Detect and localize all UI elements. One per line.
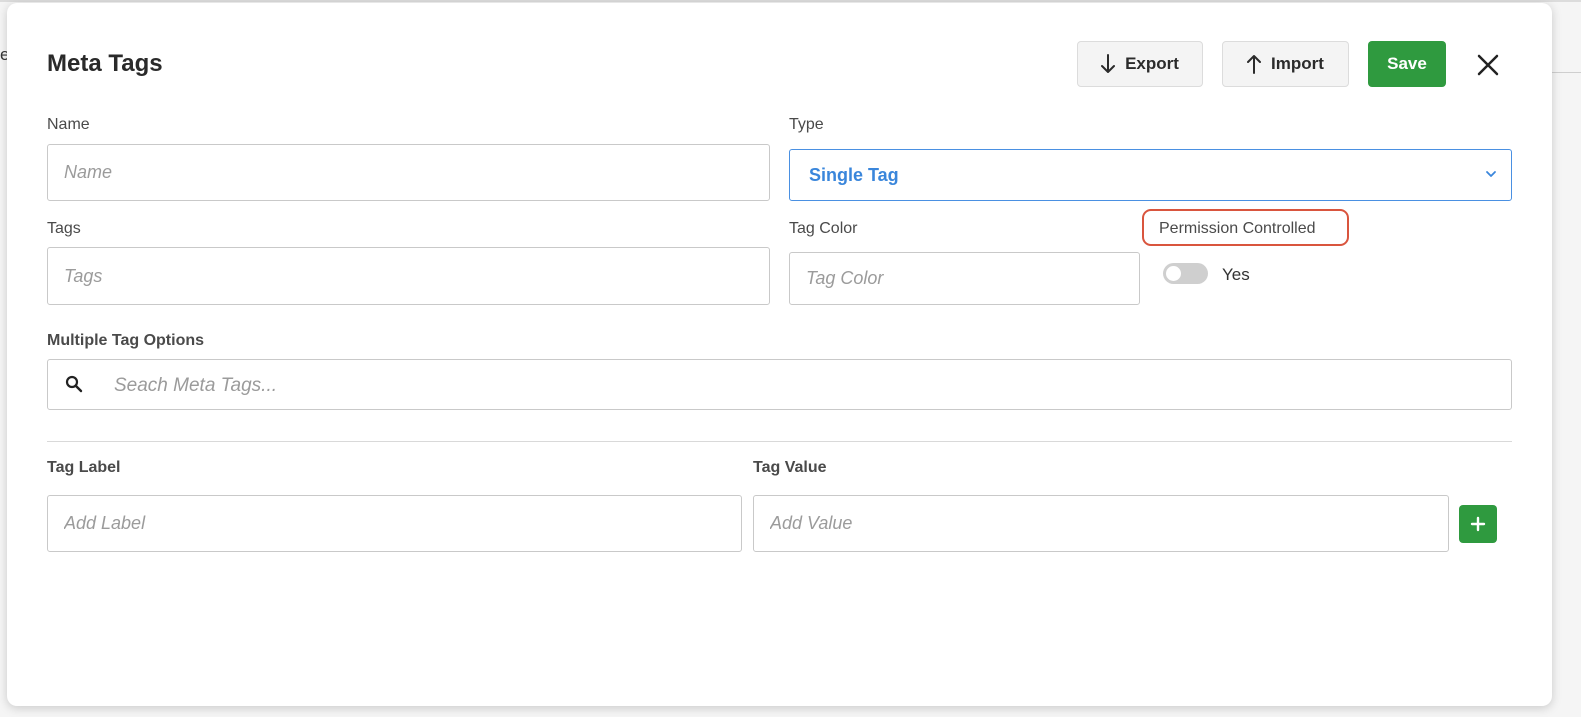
section-divider	[47, 441, 1512, 442]
multiple-tag-options-label: Multiple Tag Options	[47, 332, 205, 349]
tag-label-label: Tag Label	[47, 459, 121, 476]
import-button[interactable]: Import	[1222, 41, 1349, 87]
background-divider-right	[1550, 72, 1581, 73]
arrow-up-icon	[1247, 55, 1262, 74]
tag-color-input[interactable]	[789, 252, 1140, 305]
type-select[interactable]: Single Tag	[789, 149, 1512, 201]
permission-toggle-label: Yes	[1222, 265, 1250, 284]
export-label: Export	[1125, 54, 1179, 73]
tag-value-input[interactable]	[753, 495, 1449, 552]
type-select-value: Single Tag	[809, 164, 899, 185]
chevron-down-icon	[1486, 171, 1496, 177]
tag-value-label: Tag Value	[753, 459, 827, 476]
tag-color-label: Tag Color	[789, 220, 858, 237]
tags-input[interactable]	[47, 247, 770, 305]
tags-label: Tags	[47, 220, 81, 237]
close-button[interactable]	[1473, 50, 1503, 80]
save-label: Save	[1387, 54, 1427, 73]
export-button[interactable]: Export	[1077, 41, 1203, 87]
add-tag-button[interactable]	[1459, 505, 1497, 543]
type-label: Type	[789, 116, 824, 133]
meta-tags-search-input[interactable]	[112, 360, 1496, 411]
save-button[interactable]: Save	[1368, 41, 1446, 87]
meta-tags-search	[47, 359, 1512, 411]
arrow-down-icon	[1101, 54, 1116, 73]
meta-tags-modal: Meta Tags Export Import Save Name Type S…	[7, 3, 1552, 706]
tag-label-input[interactable]	[47, 495, 742, 552]
modal-title: Meta Tags	[47, 50, 163, 77]
import-label: Import	[1271, 54, 1324, 73]
plus-icon	[1470, 516, 1486, 532]
name-label: Name	[47, 116, 90, 133]
close-icon	[1477, 54, 1499, 76]
permission-toggle[interactable]	[1163, 263, 1208, 284]
toggle-knob	[1166, 266, 1181, 281]
background-divider	[0, 0, 1581, 2]
permission-controlled-label: Permission Controlled	[1159, 220, 1316, 237]
search-icon	[65, 375, 83, 393]
name-input[interactable]	[47, 144, 770, 201]
